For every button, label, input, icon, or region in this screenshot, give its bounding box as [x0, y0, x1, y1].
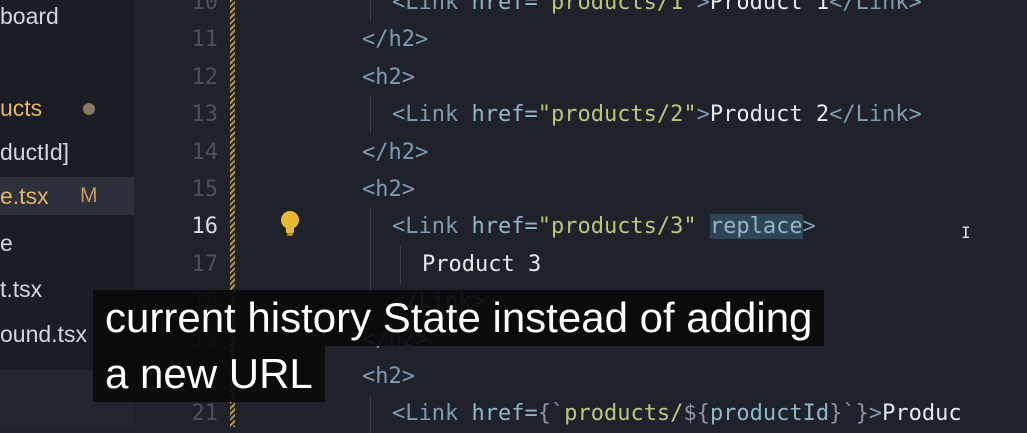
explorer-folder-products[interactable]: ucts	[0, 89, 134, 127]
code-line[interactable]: 15 <h2>	[134, 171, 1027, 209]
code-token: >	[802, 214, 816, 240]
explorer-item-label: ucts	[0, 95, 43, 121]
code-token: <Link	[392, 214, 472, 240]
code-token: href=	[471, 102, 538, 128]
line-number: 14	[191, 139, 219, 165]
line-number: 13	[191, 102, 219, 128]
line-number: 11	[191, 27, 219, 53]
explorer-item-page-tsx[interactable]: e.tsx M	[0, 177, 134, 215]
explorer-item-dashboard[interactable]: board	[0, 0, 134, 35]
code-token: "products/1"	[537, 0, 697, 15]
code-line[interactable]: 14 </h2>	[134, 134, 1027, 172]
explorer-item-label: ound.tsx	[0, 321, 87, 347]
indent-guide	[370, 0, 371, 22]
code-token: href=	[471, 401, 538, 427]
text-cursor-icon: I	[961, 223, 971, 242]
subtitle-line-1: current history State instead of adding	[93, 290, 825, 346]
indent-guide	[370, 208, 371, 247]
code-content: <Link href="products/3" replace>	[392, 208, 816, 246]
code-token: Product 1	[709, 0, 830, 15]
line-number: 15	[191, 177, 219, 202]
modified-badge: M	[80, 184, 98, 207]
code-content: <Link href={`products/${productId}`}>Pro…	[392, 395, 962, 433]
code-token: Produc	[882, 401, 962, 427]
code-line[interactable]: 13 <Link href="products/2">Product 2</Lin…	[134, 96, 1027, 135]
code-token: href=	[471, 214, 538, 240]
indent-guide	[370, 395, 371, 433]
code-token: {`	[537, 401, 565, 427]
modified-dot-icon	[83, 103, 95, 115]
explorer-item-label: e	[0, 230, 13, 256]
lightbulb-icon[interactable]	[280, 210, 300, 238]
code-content: <Link href="products/2">Product 2</Link>	[392, 96, 922, 134]
code-token: Product 2	[709, 102, 830, 128]
code-line[interactable]: 11 </h2>	[134, 21, 1027, 59]
code-line[interactable]: 17 Product 3	[134, 245, 1027, 284]
indent-guide	[400, 245, 401, 284]
code-token: </Link>	[829, 102, 922, 128]
selected-token: replace	[709, 214, 803, 240]
code-token: <h2>	[362, 177, 415, 202]
explorer-item-label: board	[0, 3, 59, 29]
code-token: products/	[564, 401, 684, 427]
code-token: href=	[471, 0, 538, 15]
line-number: 12	[191, 64, 219, 90]
code-content: <h2>	[362, 171, 415, 209]
line-number: 17	[191, 251, 219, 277]
code-token: >	[868, 401, 883, 427]
code-token: <Link	[392, 102, 472, 128]
code-token: </h2>	[362, 139, 429, 165]
explorer-item-label: ductId]	[0, 139, 70, 165]
line-number: 16	[191, 214, 219, 240]
code-token: <Link	[392, 401, 472, 427]
code-line[interactable]: 10 <Link href="products/1">Product 1</Lin…	[134, 0, 1027, 22]
indent-guide	[370, 245, 371, 284]
code-content: <Link href="products/1">Product 1</Link>	[392, 0, 922, 22]
indent-guide	[370, 96, 371, 135]
code-token: >	[696, 0, 710, 15]
code-token: "products/2"	[537, 102, 697, 128]
code-token: <h2>	[362, 364, 415, 389]
explorer-folder-product-id[interactable]: ductId]	[0, 133, 134, 171]
code-token: </h2>	[362, 27, 429, 53]
code-token: <Link	[392, 0, 472, 15]
explorer-item-label: t.tsx	[0, 276, 43, 302]
code-content: Product 3	[422, 246, 541, 284]
code-content: </h2>	[362, 21, 428, 59]
line-number: 10	[191, 0, 219, 15]
code-token: Product 3	[422, 251, 542, 277]
subtitle-line-2: a new URL	[93, 346, 325, 402]
code-token: ${	[683, 401, 710, 427]
code-token: >	[696, 102, 710, 128]
code-content: <h2>	[362, 59, 415, 97]
code-line[interactable]: 12 <h2>	[134, 59, 1027, 97]
code-token: productId	[709, 401, 830, 427]
code-token: }`}	[829, 401, 869, 427]
explorer-item-e[interactable]: e	[0, 224, 134, 262]
code-token: <h2>	[362, 64, 415, 90]
explorer-item-label: e.tsx	[0, 183, 49, 209]
code-token: "products/3"	[537, 214, 697, 240]
code-line[interactable]: 16 <Link href="products/3" replace>	[134, 208, 1027, 247]
code-content: </h2>	[362, 134, 428, 172]
code-token: </Link>	[829, 0, 922, 15]
code-content: <h2>	[362, 358, 415, 396]
